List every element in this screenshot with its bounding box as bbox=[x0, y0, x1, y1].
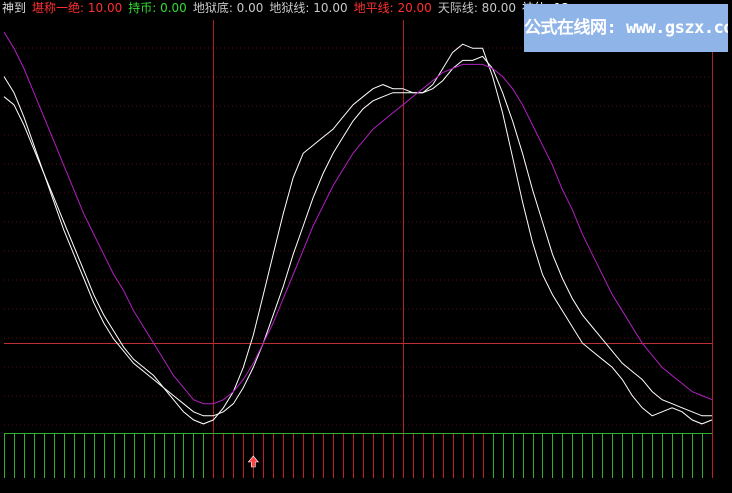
signal-bars bbox=[4, 433, 713, 478]
header-item: 持币: 0.00 bbox=[128, 1, 187, 15]
header-item: 地狱线: 10.00 bbox=[269, 1, 348, 15]
header-item: 堪称一绝: 10.00 bbox=[32, 1, 123, 15]
header-item: 神到 bbox=[2, 1, 27, 15]
series-line-fast bbox=[3, 43, 713, 425]
watermark: 公式在线网: www.gszx.com.cn bbox=[524, 4, 728, 52]
header-item: 地狱底: 0.00 bbox=[192, 1, 264, 15]
header-item: 地平线: 20.00 bbox=[353, 1, 432, 15]
buy-arrow-icon bbox=[247, 455, 259, 468]
series-lines bbox=[3, 31, 713, 425]
indicator-chart bbox=[3, 20, 713, 478]
grid-lines bbox=[4, 47, 712, 426]
header-item: 天际线: 80.00 bbox=[437, 1, 517, 15]
vertical-markers bbox=[213, 20, 713, 434]
indicator-header: 神到 堪称一绝: 10.00 持币: 0.00 地狱底: 0.00 地狱线: 10.00… bbox=[2, 0, 575, 16]
series-line-slow bbox=[3, 31, 713, 405]
